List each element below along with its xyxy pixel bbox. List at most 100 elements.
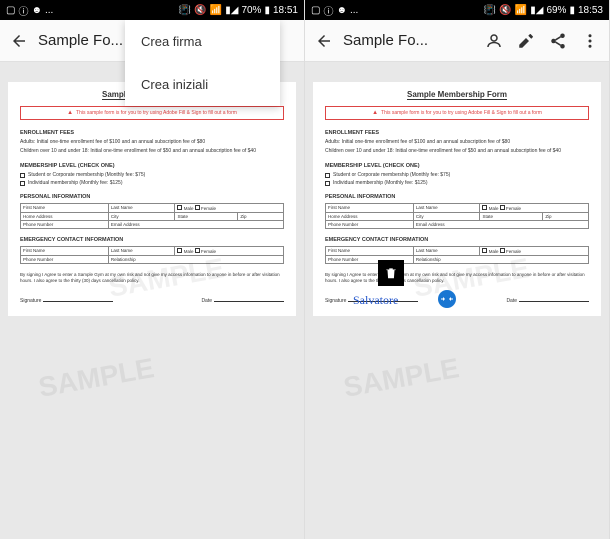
placed-signature[interactable]: Salvatore xyxy=(353,293,398,308)
battery-text: 70% xyxy=(241,5,261,16)
notif-icon: ☻ xyxy=(336,5,347,16)
watermark: SAMPLE xyxy=(341,352,461,404)
mute-icon: 🔇 xyxy=(499,5,511,16)
document-page[interactable]: SAMPLE SAMPLE Sample Membership Form ▲Th… xyxy=(8,82,296,316)
field-label[interactable]: Zip xyxy=(543,213,589,221)
checkbox[interactable] xyxy=(325,181,330,186)
notif-icon: ☻ xyxy=(31,5,42,16)
field-label[interactable]: Last Name xyxy=(108,247,175,256)
delete-signature-button[interactable] xyxy=(378,260,404,286)
back-icon[interactable] xyxy=(10,32,28,50)
battery-text: 69% xyxy=(546,5,566,16)
checkbox[interactable] xyxy=(177,248,182,253)
checkbox[interactable] xyxy=(20,181,25,186)
section-heading: MEMBERSHIP LEVEL (CHECK ONE) xyxy=(325,163,589,169)
field-label[interactable]: First Name xyxy=(326,247,414,256)
section-heading: PERSONAL INFORMATION xyxy=(20,194,284,200)
signature-resize-handle[interactable] xyxy=(438,290,456,308)
section-heading: PERSONAL INFORMATION xyxy=(325,194,589,200)
section-heading: EMERGENCY CONTACT INFORMATION xyxy=(20,237,284,243)
field-label[interactable]: State xyxy=(175,213,238,221)
battery-icon: ▮ xyxy=(264,5,270,16)
field-label[interactable]: Home Address xyxy=(21,213,109,221)
field-label[interactable]: State xyxy=(480,213,543,221)
battery-icon: ▮ xyxy=(569,5,575,16)
checkbox-label: Student or Corporate membership (Monthly… xyxy=(28,172,145,178)
field-label[interactable]: Zip xyxy=(238,213,284,221)
field-label[interactable]: Phone Number xyxy=(21,256,109,264)
gender-cell: Male Female xyxy=(175,247,284,256)
checkbox[interactable] xyxy=(500,248,505,253)
field-label[interactable]: Email Address xyxy=(108,221,283,229)
checkbox[interactable] xyxy=(20,173,25,178)
document-page[interactable]: SAMPLE SAMPLE Sample Membership Form ▲Th… xyxy=(313,82,601,316)
checkbox-label: Individual membership (Monthly fee: $125… xyxy=(333,180,428,186)
resize-arrows-icon xyxy=(441,293,453,305)
checkbox[interactable] xyxy=(195,248,200,253)
sign-pen-icon[interactable] xyxy=(517,32,535,50)
disclaimer-text: By signing I Agree to enter a Sample Gym… xyxy=(325,272,589,284)
menu-create-initials[interactable]: Crea iniziali xyxy=(125,63,280,106)
clock: 18:51 xyxy=(273,5,298,16)
checkbox[interactable] xyxy=(482,205,487,210)
back-icon[interactable] xyxy=(315,32,333,50)
field-label[interactable]: Relationship xyxy=(108,256,283,264)
date-label: Date xyxy=(201,298,284,304)
profile-icon[interactable] xyxy=(485,32,503,50)
field-label[interactable]: Last Name xyxy=(413,204,480,213)
gender-cell: Male Female xyxy=(480,204,589,213)
fee-text: Adults: Initial one-time enrollment fee … xyxy=(20,139,284,146)
field-label[interactable]: Email Address xyxy=(413,221,588,229)
signature-line[interactable] xyxy=(43,301,113,302)
section-heading: MEMBERSHIP LEVEL (CHECK ONE) xyxy=(20,163,284,169)
checkbox-label: Student or Corporate membership (Monthly… xyxy=(333,172,450,178)
field-label[interactable]: City xyxy=(108,213,175,221)
app-bar: Sample Fo... xyxy=(305,20,609,62)
checkbox[interactable] xyxy=(482,248,487,253)
section-heading: ENROLLMENT FEES xyxy=(325,130,589,136)
emergency-table: First NameLast Name Male Female Phone Nu… xyxy=(20,246,284,264)
fee-text: Adults: Initial one-time enrollment fee … xyxy=(325,139,589,146)
gender-cell: Male Female xyxy=(175,204,284,213)
banner-text: This sample form is for you to try using… xyxy=(381,110,542,116)
signature-label: Signature xyxy=(20,298,113,304)
document-viewport[interactable]: SAMPLE SAMPLE Sample Membership Form ▲Th… xyxy=(305,62,609,539)
field-label[interactable]: Last Name xyxy=(413,247,480,256)
field-label[interactable]: First Name xyxy=(21,204,109,213)
personal-table: First NameLast Name Male Female Home Add… xyxy=(325,203,589,229)
field-label[interactable]: Phone Number xyxy=(326,221,414,229)
field-label[interactable]: Relationship xyxy=(413,256,588,264)
checkbox[interactable] xyxy=(195,205,200,210)
field-label[interactable]: First Name xyxy=(21,247,109,256)
vibrate-icon: 📳 xyxy=(179,5,191,16)
document-viewport[interactable]: SAMPLE SAMPLE Sample Membership Form ▲Th… xyxy=(0,62,304,539)
field-label[interactable]: Phone Number xyxy=(21,221,109,229)
notif-icon: ⓘ xyxy=(323,3,333,18)
overflow-icon[interactable] xyxy=(581,32,599,50)
checkbox-label: Individual membership (Monthly fee: $125… xyxy=(28,180,123,186)
field-label[interactable]: First Name xyxy=(326,204,414,213)
wifi-icon: 📶 xyxy=(210,5,222,16)
clock: 18:53 xyxy=(578,5,603,16)
notif-dots: ... xyxy=(45,5,53,16)
date-label: Date xyxy=(506,298,589,304)
checkbox[interactable] xyxy=(500,205,505,210)
date-line[interactable] xyxy=(214,301,284,302)
date-line[interactable] xyxy=(519,301,589,302)
section-heading: EMERGENCY CONTACT INFORMATION xyxy=(325,237,589,243)
signature-dropdown: Crea firma Crea iniziali xyxy=(125,20,280,106)
trash-icon xyxy=(384,266,398,280)
gender-cell: Male Female xyxy=(480,247,589,256)
checkbox[interactable] xyxy=(325,173,330,178)
menu-create-signature[interactable]: Crea firma xyxy=(125,20,280,63)
notif-icon: ⓘ xyxy=(18,3,28,18)
field-label[interactable]: Home Address xyxy=(326,213,414,221)
checkbox[interactable] xyxy=(177,205,182,210)
fee-text: Children over 10 and under 18: Initial o… xyxy=(325,148,589,155)
notif-icon: ▢ xyxy=(311,5,320,16)
share-icon[interactable] xyxy=(549,32,567,50)
vibrate-icon: 📳 xyxy=(484,5,496,16)
field-label[interactable]: City xyxy=(413,213,480,221)
field-label[interactable]: Last Name xyxy=(108,204,175,213)
wifi-icon: 📶 xyxy=(515,5,527,16)
